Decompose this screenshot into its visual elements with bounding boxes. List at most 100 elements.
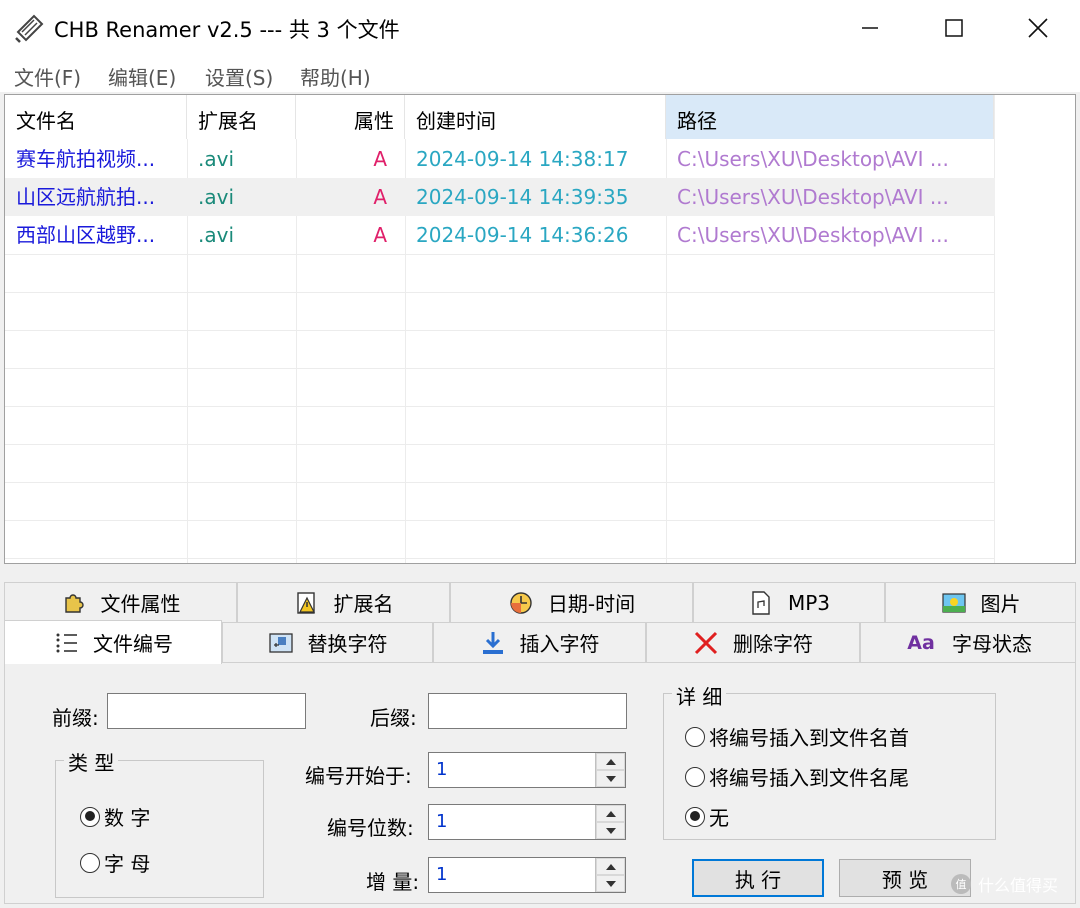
digits-label: 编号位数:: [327, 816, 414, 840]
tab-delete-characters[interactable]: 删除字符: [646, 622, 860, 662]
cell-extension: .avi: [198, 147, 235, 171]
tab-label: MP3: [787, 590, 831, 615]
radio-label: 将编号插入到文件名尾: [709, 766, 909, 790]
increment-value: 1: [436, 864, 448, 885]
radio-indicator: [685, 766, 705, 787]
prefix-input[interactable]: [107, 693, 306, 729]
cell-created: 2024-09-14 14:38:17: [416, 147, 629, 171]
tab-label: 插入字符: [519, 632, 600, 656]
cell-extension: .avi: [198, 185, 235, 209]
svg-text:值: 值: [956, 878, 967, 891]
tab-mp3[interactable]: MP3: [693, 582, 885, 622]
radio-indicator: [80, 852, 100, 873]
radio-insert-start[interactable]: 将编号插入到文件名首: [685, 722, 909, 751]
digits-stepper[interactable]: 1: [428, 804, 626, 840]
close-button[interactable]: [996, 0, 1080, 56]
menu-settings[interactable]: 设置(S): [205, 62, 273, 91]
spin-down-button[interactable]: [596, 770, 625, 787]
table-row[interactable]: 山区远航航拍... .avi A 2024-09-14 14:39:35 C:\…: [5, 178, 995, 216]
header-created[interactable]: 创建时间: [405, 95, 666, 139]
execute-button[interactable]: 执 行: [692, 859, 824, 897]
tab-label: 替换字符: [307, 632, 388, 656]
detail-group-title: 详 细: [672, 681, 727, 710]
cell-path: C:\Users\XU\Desktop\AVI ...: [677, 185, 949, 209]
radio-indicator: [685, 726, 705, 747]
delete-x-icon: [693, 630, 719, 656]
letter-case-icon: Aa: [907, 631, 935, 654]
menu-help[interactable]: 帮助(H): [300, 62, 371, 91]
increment-label: 增 量:: [366, 870, 420, 894]
tab-insert-characters[interactable]: 插入字符: [433, 622, 646, 662]
start-value: 1: [436, 759, 448, 780]
header-filename[interactable]: 文件名: [5, 95, 187, 139]
table-row[interactable]: 赛车航拍视频... .avi A 2024-09-14 14:38:17 C:\…: [5, 140, 995, 178]
clock-icon: [508, 590, 534, 616]
tab-file-attributes[interactable]: 文件属性: [4, 582, 237, 622]
menu-edit[interactable]: 编辑(E): [108, 62, 176, 91]
warning-document-icon: [294, 590, 320, 616]
radio-number[interactable]: 数 字: [80, 802, 150, 831]
window-title: CHB Renamer v2.5 --- 共 3 个文件: [54, 18, 400, 42]
menu-bar: 文件(F) 编辑(E) 设置(S) 帮助(H): [0, 56, 1080, 92]
radio-label: 无: [709, 806, 729, 830]
tab-label: 扩展名: [333, 592, 394, 616]
cell-path: C:\Users\XU\Desktop\AVI ...: [677, 147, 949, 171]
spin-up-button[interactable]: [596, 753, 625, 770]
insert-down-icon: [480, 630, 506, 656]
cell-attribute: A: [373, 147, 387, 171]
tab-label: 文件属性: [100, 592, 181, 616]
radio-letter[interactable]: 字 母: [80, 848, 150, 877]
table-row[interactable]: 西部山区越野... .avi A 2024-09-14 14:36:26 C:\…: [5, 216, 995, 254]
start-stepper[interactable]: 1: [428, 752, 626, 788]
suffix-input[interactable]: [428, 693, 627, 729]
maximize-button[interactable]: [912, 0, 996, 56]
cell-path: C:\Users\XU\Desktop\AVI ...: [677, 223, 949, 247]
tab-label: 图片: [980, 592, 1021, 616]
puzzle-icon: [61, 590, 87, 616]
title-bar: CHB Renamer v2.5 --- 共 3 个文件: [0, 0, 1080, 56]
watermark-logo-icon: 值: [951, 874, 971, 894]
radio-indicator: [685, 806, 705, 827]
numbered-list-icon: [53, 630, 79, 656]
spin-down-button[interactable]: [596, 875, 625, 892]
tab-label: 字母状态: [952, 632, 1032, 656]
watermark: 值 什么值得买: [950, 872, 1058, 896]
start-label: 编号开始于:: [305, 764, 412, 788]
tab-file-numbering[interactable]: 文件编号: [4, 620, 222, 664]
radio-insert-end[interactable]: 将编号插入到文件名尾: [685, 762, 909, 791]
digits-value: 1: [436, 811, 448, 832]
tab-date-time[interactable]: 日期-时间: [450, 582, 693, 622]
cell-filename: 赛车航拍视频...: [16, 147, 156, 171]
radio-label: 将编号插入到文件名首: [709, 726, 909, 750]
tab-replace-characters[interactable]: 替换字符: [222, 622, 433, 662]
cell-attribute: A: [373, 185, 387, 209]
header-path[interactable]: 路径: [666, 95, 994, 139]
cell-filename: 山区远航航拍...: [16, 185, 156, 209]
minimize-button[interactable]: [828, 0, 912, 56]
spin-down-button[interactable]: [596, 822, 625, 839]
tab-label: 删除字符: [733, 632, 813, 656]
spin-up-button[interactable]: [596, 858, 625, 875]
replace-icon: [268, 630, 294, 656]
type-group-title: 类 型: [64, 747, 119, 776]
music-document-icon: [748, 590, 774, 616]
tab-label: 日期-时间: [547, 592, 636, 616]
file-list[interactable]: 文件名 扩展名 属性 创建时间 路径 赛车航拍视频... .avi A 2024…: [4, 94, 1076, 564]
tab-extension[interactable]: 扩展名: [237, 582, 450, 622]
tab-label: 文件编号: [93, 632, 173, 656]
cell-created: 2024-09-14 14:36:26: [416, 223, 629, 247]
tab-picture[interactable]: 图片: [885, 582, 1076, 622]
cell-attribute: A: [373, 223, 387, 247]
increment-stepper[interactable]: 1: [428, 857, 626, 893]
header-extension[interactable]: 扩展名: [187, 95, 296, 139]
radio-label: 字 母: [104, 852, 151, 876]
radio-none[interactable]: 无: [685, 802, 729, 831]
cell-filename: 西部山区越野...: [16, 223, 156, 247]
app-icon: [14, 12, 46, 44]
spin-up-button[interactable]: [596, 805, 625, 822]
suffix-label: 后缀:: [370, 706, 417, 730]
menu-file[interactable]: 文件(F): [14, 62, 81, 91]
header-attribute[interactable]: 属性: [296, 95, 405, 139]
picture-icon: [941, 590, 967, 616]
tab-letter-case[interactable]: Aa 字母状态: [860, 622, 1076, 662]
